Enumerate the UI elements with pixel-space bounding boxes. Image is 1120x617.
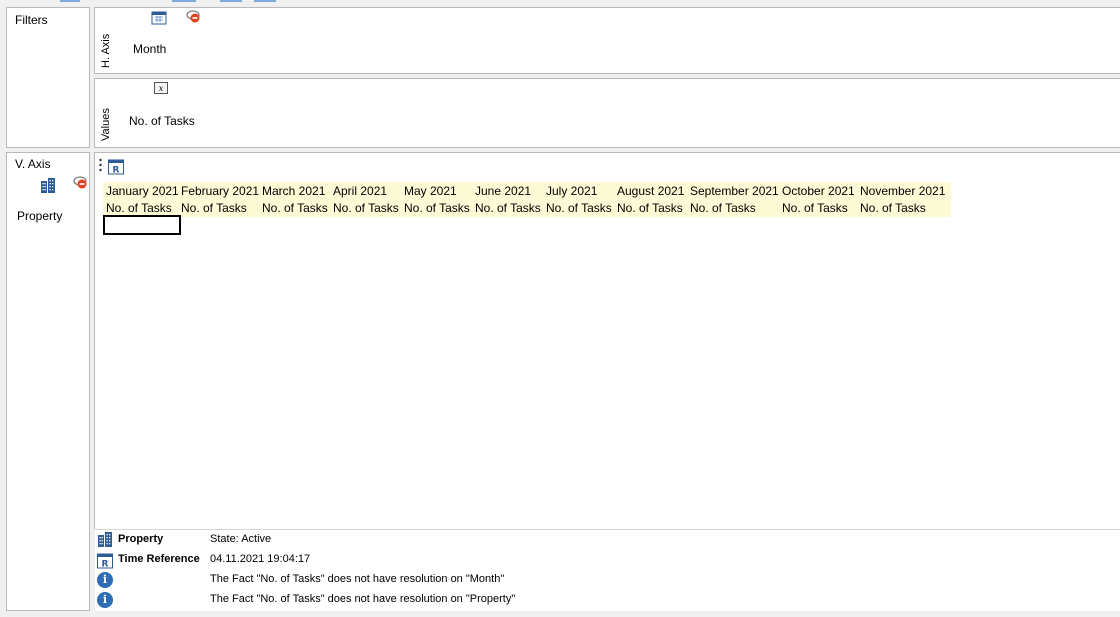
column-header-month[interactable]: February 2021: [181, 183, 259, 200]
top-toolbar-strip: [0, 0, 1120, 4]
building-icon: [97, 532, 113, 548]
v-axis-label: V. Axis: [15, 157, 51, 171]
status-value: State: Active: [210, 533, 272, 545]
values-panel[interactable]: Values x No. of Tasks: [94, 78, 1120, 148]
filters-label: Filters: [15, 13, 48, 27]
toolbar-tab-indicator[interactable]: [172, 0, 196, 2]
column-header-month[interactable]: June 2021: [475, 183, 531, 200]
filters-panel[interactable]: Filters: [6, 7, 90, 148]
toolbar-tab-indicator[interactable]: [60, 0, 80, 2]
toolbar-tab-indicator[interactable]: [220, 0, 242, 2]
column-header-measure[interactable]: No. of Tasks: [860, 200, 926, 217]
values-item-no-of-tasks[interactable]: No. of Tasks: [129, 114, 195, 128]
remove-icon[interactable]: [186, 9, 202, 27]
column-header-month[interactable]: April 2021: [333, 183, 387, 200]
column-header-month[interactable]: July 2021: [546, 183, 597, 200]
column-header-measure[interactable]: No. of Tasks: [617, 200, 683, 217]
column-header-month[interactable]: January 2021: [106, 183, 179, 200]
svg-text:R: R: [113, 166, 120, 176]
status-panel: Property State: Active R Time Reference …: [95, 529, 1120, 611]
status-row-time-reference: R Time Reference 04.11.2021 19:04:17: [95, 550, 1120, 570]
drag-handle-icon[interactable]: [99, 158, 102, 172]
calendar-icon: R: [97, 552, 113, 570]
column-header-month[interactable]: August 2021: [617, 183, 684, 200]
column-header-measure[interactable]: No. of Tasks: [262, 200, 328, 217]
column-header-month[interactable]: September 2021: [690, 183, 779, 200]
status-value: 04.11.2021 19:04:17: [210, 553, 311, 565]
calendar-icon: [151, 10, 167, 28]
column-header-month[interactable]: October 2021: [782, 183, 855, 200]
status-message: The Fact "No. of Tasks" does not have re…: [210, 573, 505, 585]
column-header-measure[interactable]: No. of Tasks: [546, 200, 612, 217]
h-axis-panel[interactable]: H. Axis Month: [94, 7, 1120, 74]
status-row-info: i The Fact "No. of Tasks" does not have …: [95, 570, 1120, 590]
column-header-month[interactable]: May 2021: [404, 183, 457, 200]
h-axis-label: H. Axis: [100, 33, 112, 68]
pivot-grid-panel[interactable]: R January 2021 No. of Tasks February 2021 N…: [94, 152, 1120, 529]
status-name: Time Reference: [118, 553, 200, 565]
v-axis-item-property[interactable]: Property: [17, 209, 62, 223]
info-icon: i: [97, 592, 113, 608]
svg-text:x: x: [159, 84, 164, 93]
v-axis-panel[interactable]: V. Axis Property: [6, 152, 90, 611]
status-name: Property: [118, 533, 164, 545]
status-row-info: i The Fact "No. of Tasks" does not have …: [95, 590, 1120, 610]
column-header-measure[interactable]: No. of Tasks: [690, 200, 756, 217]
report-calendar-icon[interactable]: R: [108, 158, 124, 178]
remove-icon[interactable]: [73, 175, 89, 193]
status-row-property: Property State: Active: [95, 530, 1120, 550]
formula-icon: x: [154, 82, 168, 97]
column-header-measure[interactable]: No. of Tasks: [782, 200, 848, 217]
toolbar-tab-indicator[interactable]: [254, 0, 276, 2]
svg-text:R: R: [102, 560, 109, 570]
info-icon: i: [97, 572, 113, 588]
column-header-measure[interactable]: No. of Tasks: [181, 200, 247, 217]
h-axis-item-month[interactable]: Month: [133, 42, 166, 56]
column-header-month[interactable]: March 2021: [262, 183, 325, 200]
values-label: Values: [100, 108, 112, 141]
column-header-month[interactable]: November 2021: [860, 183, 945, 200]
column-header-measure[interactable]: No. of Tasks: [333, 200, 399, 217]
selected-cell[interactable]: [103, 215, 181, 235]
column-header-measure[interactable]: No. of Tasks: [404, 200, 470, 217]
building-icon: [40, 178, 56, 196]
status-message: The Fact "No. of Tasks" does not have re…: [210, 593, 516, 605]
column-header-measure[interactable]: No. of Tasks: [475, 200, 541, 217]
